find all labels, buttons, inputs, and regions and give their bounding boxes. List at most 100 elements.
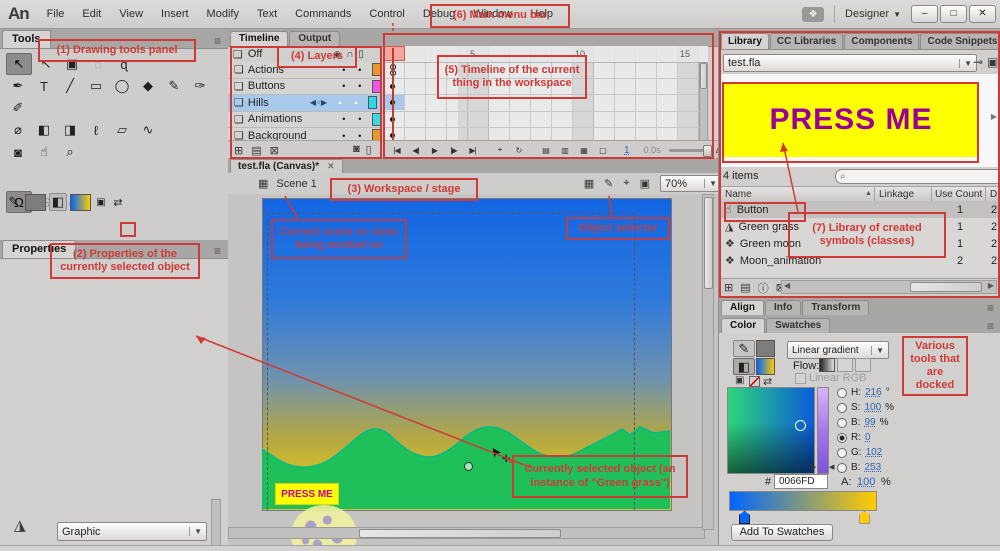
hue-value[interactable]: 216: [865, 387, 882, 398]
layer-outline-color[interactable]: [368, 96, 377, 109]
edit-symbols-icon[interactable]: ✎: [604, 177, 613, 190]
workspace-icon[interactable]: ❖: [802, 7, 824, 22]
outline-all-layers-icon[interactable]: ▯: [358, 49, 364, 60]
bone-tool[interactable]: ⌀: [6, 120, 30, 140]
tab-color[interactable]: Color: [721, 318, 765, 333]
hue-radio[interactable]: [837, 388, 847, 398]
menu-text[interactable]: Text: [249, 5, 285, 23]
center-stage-icon[interactable]: ⌖: [623, 177, 629, 190]
polystar-tool[interactable]: ◆: [136, 76, 160, 96]
layer-visibility-dot[interactable]: •: [334, 98, 346, 108]
column-name[interactable]: Name: [725, 189, 752, 200]
moon-shape[interactable]: [291, 505, 357, 545]
layer-visibility-dot[interactable]: •: [338, 81, 350, 91]
layer-outline-color[interactable]: [372, 63, 381, 76]
panel-menu-icon[interactable]: ≡: [209, 34, 226, 48]
default-colors-icon[interactable]: ▣: [94, 192, 108, 212]
no-color-icon[interactable]: [749, 376, 760, 387]
stage-horizontal-scrollbar[interactable]: [228, 527, 705, 539]
tab-info[interactable]: Info: [765, 300, 801, 315]
library-item-name[interactable]: Button: [737, 204, 769, 216]
stage-zoom-dropdown[interactable]: 70%▼: [660, 175, 722, 192]
fill-color-swatch[interactable]: [70, 194, 91, 211]
layer-lock-dot[interactable]: •: [354, 81, 366, 91]
brush-tool[interactable]: ✑: [188, 76, 212, 96]
playhead-line[interactable]: [392, 48, 394, 140]
panel-menu-icon[interactable]: ≡: [982, 301, 999, 315]
tab-components[interactable]: Components: [844, 33, 919, 49]
transformation-point[interactable]: [464, 462, 473, 471]
color-picker-square[interactable]: [727, 387, 815, 474]
saturation-radio[interactable]: [837, 403, 847, 413]
clip-content-icon[interactable]: ▣: [640, 177, 650, 190]
new-folder-button[interactable]: ▤: [740, 281, 750, 294]
blue-value[interactable]: 253: [864, 462, 881, 473]
timeline-zoom-slider[interactable]: [669, 149, 710, 152]
symbol-type-dropdown[interactable]: Graphic▼: [57, 522, 207, 541]
ink-bottle-tool[interactable]: ◨: [58, 120, 82, 140]
layer-nav-icons[interactable]: ◀▫▶: [310, 98, 328, 107]
frame-row-animations[interactable]: [383, 112, 708, 129]
tab-library[interactable]: Library: [721, 33, 769, 49]
red-value[interactable]: 0: [865, 432, 871, 443]
menu-commands[interactable]: Commands: [287, 5, 359, 23]
layer-name[interactable]: Buttons: [248, 80, 306, 92]
menu-edit[interactable]: Edit: [74, 5, 109, 23]
column-linkage[interactable]: Linkage: [879, 189, 914, 200]
brightness-value[interactable]: 99: [864, 417, 875, 428]
hand-tool[interactable]: ☝: [32, 142, 56, 162]
menu-insert[interactable]: Insert: [153, 5, 197, 23]
paint-brush-tool[interactable]: ✐: [6, 98, 30, 118]
oval-tool[interactable]: ◯: [110, 76, 134, 96]
brightness-radio[interactable]: [837, 418, 847, 428]
layer-lock-dot[interactable]: •: [350, 98, 362, 108]
green-radio[interactable]: [837, 448, 847, 458]
new-symbol-button[interactable]: ⊞: [724, 281, 733, 294]
onion-skin-button[interactable]: ▤: [536, 142, 555, 158]
loop-button[interactable]: ↻: [509, 142, 528, 158]
zoom-tool[interactable]: ⌕: [58, 142, 82, 162]
maximize-button[interactable]: □: [940, 5, 967, 23]
delete-layer-button[interactable]: ⊠: [270, 144, 279, 157]
tab-swatches[interactable]: Swatches: [766, 318, 830, 333]
red-radio[interactable]: [837, 433, 847, 443]
workspace-switcher[interactable]: Designer▼: [845, 8, 901, 20]
library-search-input[interactable]: ⌕: [835, 169, 1000, 184]
selection-tool[interactable]: ↖: [6, 53, 32, 75]
edit-multiple-frames-button[interactable]: ▦: [574, 142, 593, 158]
current-frame-indicator[interactable]: 1: [624, 145, 630, 156]
default-colors-icon[interactable]: ▣: [735, 375, 744, 386]
new-layer-button[interactable]: ⊞: [234, 144, 243, 157]
gradient-definition-bar[interactable]: [729, 491, 877, 511]
menu-modify[interactable]: Modify: [199, 5, 247, 23]
new-library-panel-icon[interactable]: ▣: [987, 55, 998, 69]
column-divider[interactable]: [985, 187, 986, 202]
item-properties-button[interactable]: ⓘ: [758, 280, 769, 296]
width-tool[interactable]: ∿: [136, 120, 160, 140]
paint-bucket-tool[interactable]: ◧: [32, 120, 56, 140]
layer-lock-dot[interactable]: •: [354, 114, 366, 124]
hex-color-field[interactable]: 0066FD: [774, 474, 828, 489]
layer-name[interactable]: Animations: [248, 113, 306, 125]
layer-outline-color[interactable]: [372, 80, 381, 93]
step-back-button[interactable]: ◀|: [406, 142, 425, 158]
color-type-dropdown[interactable]: Linear gradient▼: [787, 341, 889, 359]
tab-timeline[interactable]: Timeline: [230, 31, 288, 46]
column-use-count[interactable]: Use Count: [935, 189, 982, 200]
new-folder-button[interactable]: ▤: [251, 144, 261, 157]
text-tool[interactable]: T: [32, 76, 56, 96]
library-horizontal-scrollbar[interactable]: ◀ ▶: [781, 280, 997, 294]
gradient-stop-blue[interactable]: [739, 511, 750, 524]
step-forward-button[interactable]: |▶: [444, 142, 463, 158]
menu-control[interactable]: Control: [361, 5, 412, 23]
stroke-color-icon[interactable]: ✎: [733, 340, 755, 357]
column-divider[interactable]: [874, 187, 875, 202]
frame-row-background[interactable]: [383, 128, 708, 140]
alpha-value[interactable]: 100: [857, 476, 875, 488]
green-value[interactable]: 102: [866, 447, 883, 458]
flow-repeat-button[interactable]: [855, 358, 871, 372]
go-to-first-frame-button[interactable]: |◀: [387, 142, 406, 158]
layer-outline-color[interactable]: [372, 113, 381, 126]
close-button[interactable]: ✕: [969, 5, 996, 23]
stage-vertical-scrollbar[interactable]: [702, 194, 714, 530]
